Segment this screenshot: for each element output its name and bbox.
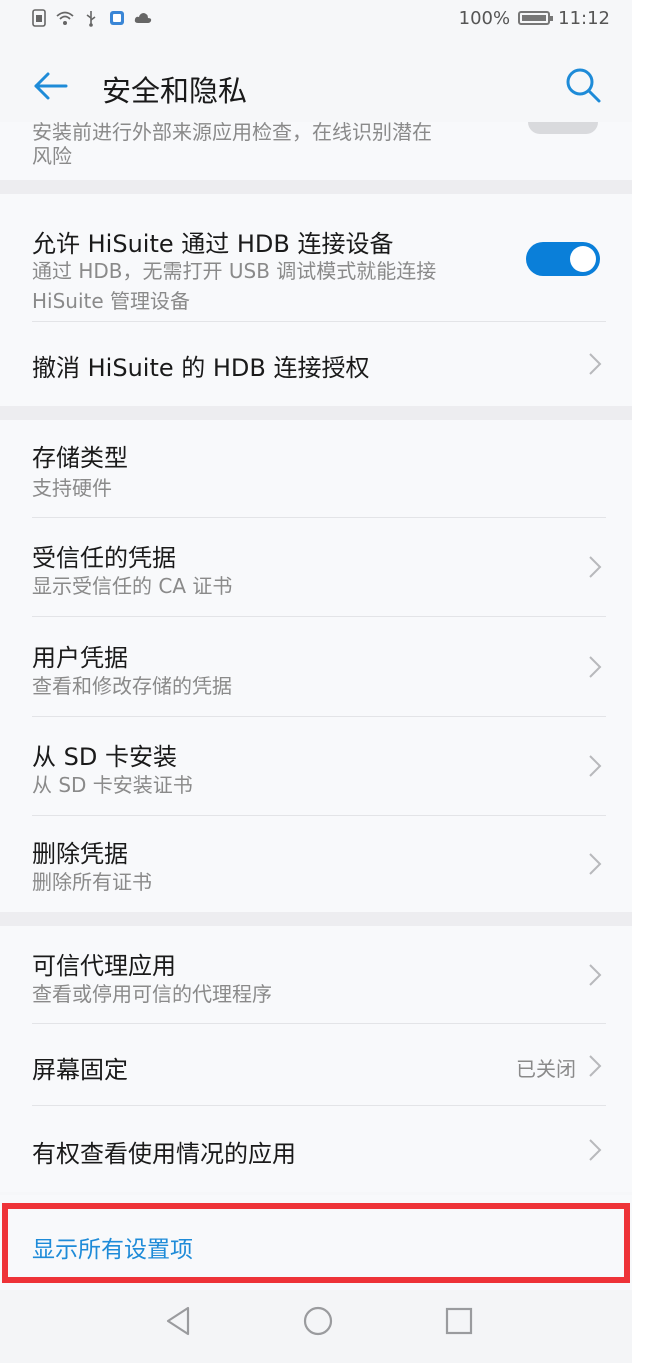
nav-recents-button[interactable] [442,1304,476,1338]
list-item-subtitle: 显示受信任的 CA 证书 [32,574,233,598]
cloud-icon [134,9,152,27]
page-title: 安全和隐私 [102,74,248,108]
phone-screen: 100% 11:12 安全和隐私 安装前进行外部来源应用检查，在线识别潜在 风险 [0,0,632,1363]
list-item-app-check-partial[interactable]: 安装前进行外部来源应用检查，在线识别潜在 风险 [0,122,632,180]
section-divider [0,406,632,420]
circle-home-icon [303,1306,333,1336]
list-item-user-credentials[interactable]: 用户凭据 查看和修改存储的凭据 [0,617,632,717]
wifi-icon [56,9,74,27]
settings-list: 安装前进行外部来源应用检查，在线识别潜在 风险 允许 HiSuite 通过 HD… [0,122,632,1192]
search-icon [566,68,601,103]
chevron-right-icon [588,754,602,778]
list-item-hdb-allow[interactable]: 允许 HiSuite 通过 HDB 连接设备 通过 HDB，无需打开 USB 调… [0,194,632,322]
triangle-back-icon [166,1306,190,1336]
square-recents-icon [445,1307,473,1335]
list-item-hdb-revoke[interactable]: 撤消 HiSuite 的 HDB 连接授权 [0,322,632,406]
chevron-right-icon [588,963,602,987]
chevron-right-icon [588,1138,602,1162]
chevron-right-icon [588,655,602,679]
list-item-title: 有权查看使用情况的应用 [32,1140,296,1168]
list-item-subtitle: 通过 HDB，无需打开 USB 调试模式就能连接 [32,259,437,283]
list-item-subtitle: HiSuite 管理设备 [32,289,191,313]
list-item-subtitle: 从 SD 卡安装证书 [32,773,193,797]
list-item-subtitle-partial: 安装前进行外部来源应用检查，在线识别潜在 [32,122,432,144]
list-item-subtitle: 风险 [32,144,72,168]
list-item-title: 用户凭据 [32,644,128,672]
list-item-title: 受信任的凭据 [32,544,176,572]
toggle-switch-partial[interactable] [528,122,598,134]
chevron-right-icon [588,1054,602,1078]
list-item-trusted-credentials[interactable]: 受信任的凭据 显示受信任的 CA 证书 [0,518,632,617]
nav-home-button[interactable] [301,1304,335,1338]
list-item-title: 存储类型 [32,444,128,472]
list-item-storage-type: 存储类型 支持硬件 [0,420,632,518]
hdb-toggle-switch[interactable] [526,242,600,276]
navigation-bar [0,1290,632,1363]
usb-icon [82,9,100,27]
app-bar: 安全和隐私 [0,36,632,126]
list-item-subtitle: 删除所有证书 [32,870,152,894]
list-item-screen-pinning[interactable]: 屏幕固定 已关闭 [0,1024,632,1106]
status-icons-left [30,9,152,27]
status-icons-right: 100% 11:12 [459,8,610,29]
list-item-subtitle: 查看和修改存储的凭据 [32,674,232,698]
status-bar: 100% 11:12 [0,0,632,36]
sim-card-icon [30,9,48,27]
list-item-value: 已关闭 [516,1057,576,1081]
list-item-trust-agents[interactable]: 可信代理应用 查看或停用可信的代理程序 [0,926,632,1024]
list-item-title: 撤消 HiSuite 的 HDB 连接授权 [32,354,370,382]
list-item-title: 可信代理应用 [32,952,176,980]
battery-percent: 100% [458,7,511,29]
list-item-title: 允许 HiSuite 通过 HDB 连接设备 [32,230,394,258]
list-item-install-from-sd[interactable]: 从 SD 卡安装 从 SD 卡安装证书 [0,717,632,816]
list-item-subtitle: 支持硬件 [32,476,112,500]
arrow-left-icon [34,72,68,100]
battery-icon [518,11,554,25]
chevron-right-icon [588,555,602,579]
toggle-knob [570,246,596,272]
nav-back-button[interactable] [162,1304,196,1338]
back-button[interactable] [30,66,70,106]
list-item-clear-credentials[interactable]: 删除凭据 删除所有证书 [0,816,632,912]
list-item-subtitle: 查看或停用可信的代理程序 [32,982,272,1006]
list-item-title: 从 SD 卡安装 [32,743,177,771]
list-item-title: 屏幕固定 [32,1056,128,1084]
show-all-settings-link[interactable]: 显示所有设置项 [32,1230,193,1264]
list-item-title: 删除凭据 [32,840,128,868]
section-divider [0,912,632,926]
app-notification-icon [108,9,126,27]
chevron-right-icon [588,852,602,876]
clock: 11:12 [558,7,610,29]
chevron-right-icon [588,352,602,376]
section-divider [0,180,632,194]
search-button[interactable] [562,64,604,106]
list-item-usage-access[interactable]: 有权查看使用情况的应用 [0,1106,632,1192]
